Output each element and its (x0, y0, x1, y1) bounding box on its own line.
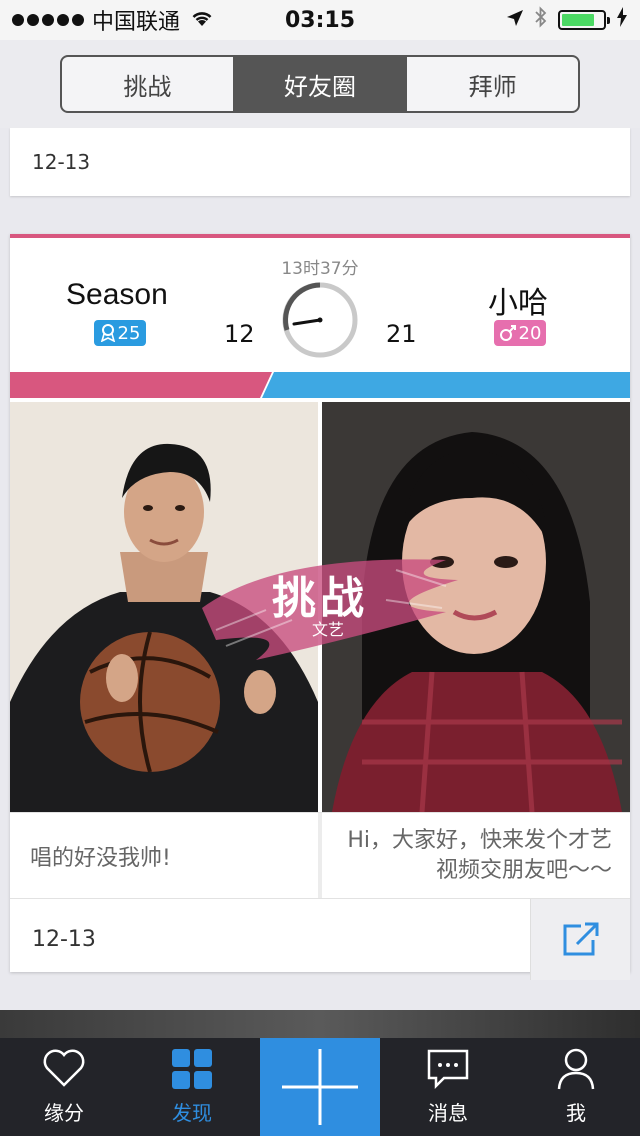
message-icon (427, 1049, 469, 1090)
right-user-level: 20 (518, 322, 542, 344)
right-user-badge: 20 (494, 320, 546, 346)
previous-card-date: 12-13 (32, 150, 91, 174)
photo-row: 挑战 文艺 (10, 402, 630, 812)
previous-card-footer: 12-13 (10, 128, 630, 196)
countdown-clock-icon (282, 282, 358, 358)
heart-icon (43, 1049, 85, 1087)
share-icon (563, 922, 598, 955)
tab-messages-label: 消息 (428, 1101, 468, 1125)
gender-icon (499, 325, 516, 341)
right-score: 21 (386, 320, 417, 348)
vs-stripe (10, 372, 630, 398)
stamp-category: 文艺 (312, 620, 345, 639)
tab-discover[interactable]: 发现 (128, 1038, 256, 1136)
add-button[interactable] (260, 1038, 380, 1136)
caption-divider (318, 813, 322, 898)
left-user-name[interactable]: Season (66, 278, 168, 312)
left-user-level: 25 (117, 322, 141, 344)
caption-row: 唱的好没我帅! Hi，大家好，快来发个才艺视频交朋友吧～～ (10, 812, 630, 898)
segmented-control: 挑战 好友圈 拜师 (60, 55, 580, 113)
tab-messages[interactable]: 消息 (384, 1038, 512, 1136)
next-card-preview[interactable] (0, 1010, 640, 1040)
tab-discover-label: 发现 (172, 1101, 212, 1125)
grid-icon (172, 1049, 212, 1089)
tab-fate-label: 缘分 (44, 1101, 84, 1125)
award-icon (100, 324, 115, 342)
tab-bar: 缘分 发现 消息 我 (0, 1038, 640, 1136)
left-caption: 唱的好没我帅! (30, 845, 171, 871)
tab-friends-circle[interactable]: 好友圈 (232, 57, 406, 111)
share-button[interactable] (530, 899, 630, 980)
tab-fate[interactable]: 缘分 (0, 1038, 128, 1136)
person-icon (557, 1048, 595, 1090)
tab-me[interactable]: 我 (512, 1038, 640, 1136)
header: 挑战 好友圈 拜师 (0, 40, 640, 128)
left-score: 12 (224, 320, 255, 348)
right-caption: Hi，大家好，快来发个才艺视频交朋友吧～～ (347, 827, 612, 883)
countdown-text: 13时37分 (281, 259, 359, 279)
card-footer: 12-13 (10, 898, 630, 980)
challenge-header: 13时37分 Season 25 12 21 小哈 20 (10, 238, 630, 372)
tab-mentor[interactable]: 拜师 (405, 57, 578, 111)
challenge-stamp: 挑战 文艺 (196, 550, 466, 670)
tab-me-label: 我 (566, 1101, 586, 1125)
right-user-name[interactable]: 小哈 (488, 278, 548, 322)
tab-challenge[interactable]: 挑战 (62, 57, 233, 111)
plus-icon (282, 1049, 358, 1125)
card-date: 12-13 (32, 927, 96, 952)
clock-time: 03:15 (284, 7, 356, 33)
left-user-badge: 25 (94, 320, 146, 346)
challenge-card[interactable]: 13时37分 Season 25 12 21 小哈 20 挑战 文艺 唱的好没我… (10, 234, 630, 980)
status-bar: 中国联通 03:15 (0, 0, 640, 40)
battery-icon (558, 10, 610, 30)
